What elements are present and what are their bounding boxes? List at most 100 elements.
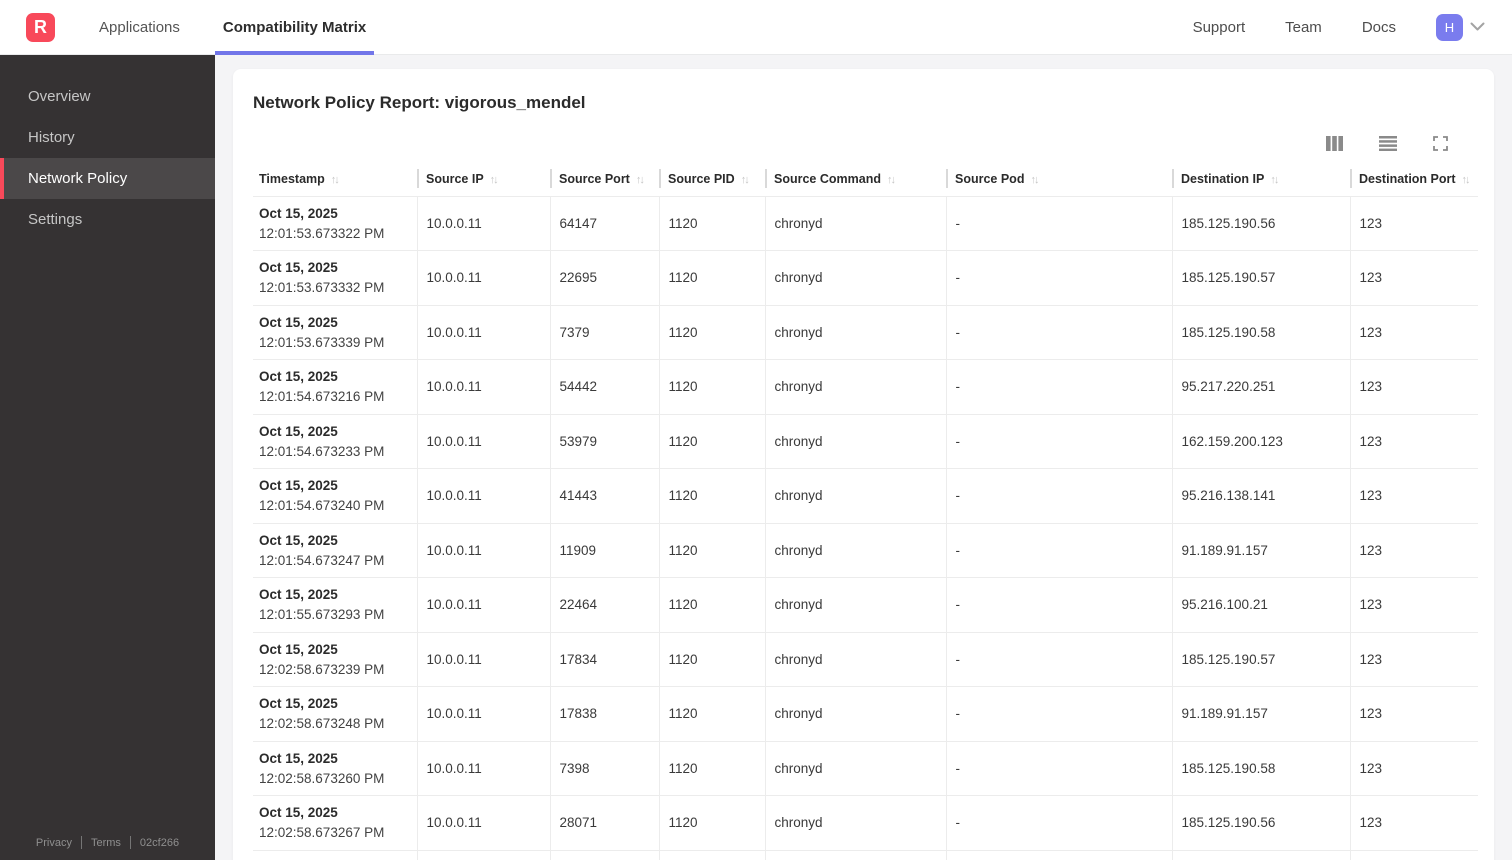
timestamp-date: Oct 15, 2025	[259, 641, 338, 657]
sort-icon[interactable]: ↑↓	[331, 174, 340, 186]
sidebar-footer: Privacy Terms 02cf266	[0, 836, 215, 860]
timestamp-time: 12:01:54.673240 PM	[259, 498, 385, 514]
destination-ip-cell: 95.216.138.141	[1171, 468, 1350, 523]
timestamp-time: 12:01:53.673332 PM	[259, 280, 385, 296]
chevron-down-icon[interactable]	[1470, 22, 1485, 32]
source-pod-cell: -	[945, 250, 1172, 305]
sort-icon[interactable]: ↑↓	[490, 174, 499, 186]
table-row: Oct 15, 2025 12:02:58.673267 PM 10.0.0.11 2…	[253, 795, 1478, 850]
sort-icon[interactable]: ↑↓	[741, 174, 750, 186]
destination-ip-cell: 95.217.220.251	[1171, 359, 1350, 414]
nav-right: Support Team Docs H	[1193, 13, 1512, 41]
row-density-icon[interactable]	[1379, 136, 1397, 151]
destination-port-cell: 123	[1349, 795, 1478, 850]
source-pod-cell	[945, 849, 1172, 860]
sort-icon[interactable]: ↑↓	[887, 174, 896, 186]
column-label: Source Port	[559, 171, 630, 186]
timestamp-time: 12:02:58.673248 PM	[259, 716, 385, 732]
sidebar-item-network-policy[interactable]: Network Policy	[0, 158, 215, 199]
timestamp-time: 12:02:58.673267 PM	[259, 825, 385, 841]
source-command-cell: chronyd	[764, 686, 946, 741]
column-header-source-pid[interactable]: Source PID ↑↓	[659, 168, 765, 196]
source-pid-cell	[658, 849, 765, 860]
timestamp-cell: Oct 15, 2025 12:01:54.673216 PM	[253, 359, 417, 414]
nav-link-support[interactable]: Support	[1193, 19, 1246, 36]
sidebar-item-overview[interactable]: Overview	[0, 76, 215, 117]
destination-ip-cell: 162.159.200.123	[1171, 413, 1350, 469]
privacy-link[interactable]: Privacy	[36, 837, 72, 849]
terms-link[interactable]: Terms	[91, 837, 121, 849]
column-header-destination-ip[interactable]: Destination IP ↑↓	[1172, 168, 1350, 196]
source-ip-cell: 10.0.0.11	[416, 250, 550, 305]
source-command-cell: chronyd	[764, 577, 946, 632]
source-command-cell: chronyd	[764, 795, 946, 850]
timestamp-time: 12:01:55.673293 PM	[259, 607, 385, 623]
column-header-source-port[interactable]: Source Port ↑↓	[550, 168, 659, 196]
source-pid-cell: 1120	[658, 631, 765, 687]
source-port-cell: 53979	[549, 413, 659, 469]
timestamp-time: 12:01:54.673247 PM	[259, 552, 385, 568]
timestamp-date: Oct 15, 2025	[259, 205, 338, 221]
fullscreen-icon[interactable]	[1433, 136, 1448, 151]
table-row: Oct 15, 2025	[253, 849, 1478, 860]
destination-ip-cell: 185.125.190.58	[1171, 304, 1350, 360]
table-row: Oct 15, 2025 12:02:58.673248 PM 10.0.0.11 1…	[253, 686, 1478, 741]
column-label: Source IP	[426, 171, 484, 186]
column-header-source-command[interactable]: Source Command ↑↓	[765, 168, 946, 196]
user-menu[interactable]: H	[1436, 13, 1485, 41]
avatar[interactable]: H	[1436, 13, 1463, 41]
destination-port-cell: 123	[1349, 522, 1478, 578]
table-header-row: Timestamp ↑↓ Source IP ↑↓ Source Port ↑↓ Sourc…	[253, 168, 1478, 196]
source-ip-cell	[416, 849, 550, 860]
source-pid-cell: 1120	[658, 468, 765, 523]
timestamp-cell: Oct 15, 2025 12:02:58.673267 PM	[253, 795, 417, 850]
build-id: 02cf266	[139, 836, 180, 849]
source-ip-cell: 10.0.0.11	[416, 468, 550, 523]
sidebar-item-history[interactable]: History	[0, 117, 215, 158]
destination-port-cell	[1349, 849, 1478, 860]
destination-port-cell: 123	[1349, 686, 1478, 741]
timestamp-cell: Oct 15, 2025 12:01:53.673339 PM	[253, 304, 417, 360]
sort-icon[interactable]: ↑↓	[636, 174, 645, 186]
source-port-cell: 22464	[549, 577, 659, 632]
sort-icon[interactable]: ↑↓	[1270, 174, 1279, 186]
nav-tabs: Applications Compatibility Matrix	[91, 0, 375, 55]
sidebar: Overview History Network Policy Settings…	[0, 55, 215, 860]
timestamp-date: Oct 15, 2025	[259, 805, 338, 821]
column-label: Source Command	[774, 171, 881, 186]
source-command-cell	[764, 849, 946, 860]
network-policy-table: Timestamp ↑↓ Source IP ↑↓ Source Port ↑↓ Sourc…	[253, 168, 1478, 860]
source-pod-cell: -	[945, 413, 1172, 469]
table-row: Oct 15, 2025 12:01:53.673322 PM 10.0.0.11 6…	[253, 195, 1478, 251]
nav-link-team[interactable]: Team	[1285, 19, 1322, 36]
timestamp-date: Oct 15, 2025	[259, 314, 338, 330]
source-pid-cell: 1120	[658, 195, 765, 251]
sort-icon[interactable]: ↑↓	[1030, 174, 1039, 186]
timestamp-date: Oct 15, 2025	[259, 587, 338, 603]
destination-port-cell: 123	[1349, 577, 1478, 632]
tab-compatibility-matrix[interactable]: Compatibility Matrix	[214, 0, 375, 55]
table-row: Oct 15, 2025 12:01:53.673332 PM 10.0.0.11 2…	[253, 250, 1478, 305]
source-pod-cell: -	[945, 468, 1172, 523]
sidebar-item-settings[interactable]: Settings	[0, 199, 215, 240]
column-header-destination-port[interactable]: Destination Port ↑↓	[1350, 168, 1478, 196]
source-ip-cell: 10.0.0.11	[416, 304, 550, 360]
app-logo[interactable]: R	[26, 12, 55, 42]
column-header-timestamp[interactable]: Timestamp ↑↓	[253, 168, 417, 196]
source-command-cell: chronyd	[764, 195, 946, 251]
column-header-source-pod[interactable]: Source Pod ↑↓	[946, 168, 1172, 196]
column-header-source-ip[interactable]: Source IP ↑↓	[417, 168, 550, 196]
sort-icon[interactable]: ↑↓	[1462, 174, 1471, 186]
table-row: Oct 15, 2025 12:01:54.673240 PM 10.0.0.11 4…	[253, 468, 1478, 523]
tab-applications[interactable]: Applications	[91, 0, 188, 54]
columns-view-icon[interactable]	[1326, 136, 1343, 151]
timestamp-cell: Oct 15, 2025 12:02:58.673239 PM	[253, 631, 417, 687]
source-port-cell	[549, 849, 659, 860]
table-row: Oct 15, 2025 12:01:54.673247 PM 10.0.0.11 1…	[253, 522, 1478, 578]
destination-ip-cell: 91.189.91.157	[1171, 686, 1350, 741]
source-pod-cell: -	[945, 631, 1172, 687]
nav-link-docs[interactable]: Docs	[1362, 19, 1396, 36]
source-port-cell: 28071	[549, 795, 659, 850]
page-title: Network Policy Report: vigorous_mendel	[253, 93, 586, 112]
table-row: Oct 15, 2025 12:02:58.673260 PM 10.0.0.11 7…	[253, 740, 1478, 796]
